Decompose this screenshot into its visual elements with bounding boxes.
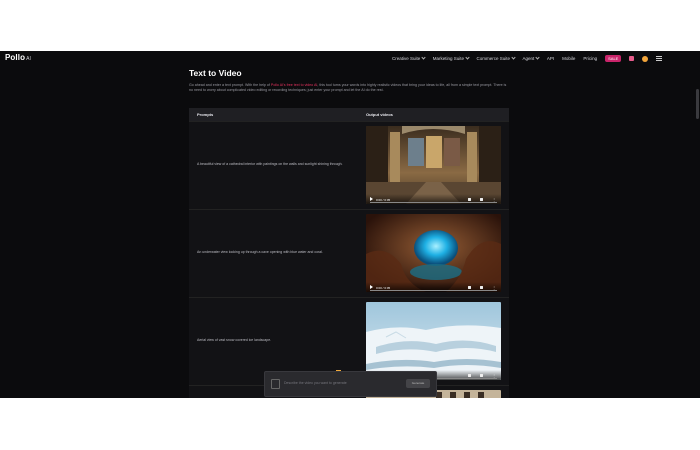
video-player[interactable]: 0:00 / 0:05 ⋮ (366, 302, 501, 380)
prompt-text: A beautiful view of a cathedral interior… (197, 162, 343, 166)
sale-badge[interactable]: SALE (605, 55, 622, 62)
video-controls: 0:00 / 0:05 ⋮ (366, 282, 501, 292)
play-icon[interactable] (370, 285, 373, 289)
chevron-down-icon (535, 55, 540, 60)
video-time: 0:00 / 0:05 (376, 198, 391, 202)
fullscreen-icon[interactable] (480, 374, 483, 377)
table-row: An underwater view looking up through a … (189, 209, 509, 298)
top-nav: PolloAI Creative Suite Marketing Suite C… (0, 51, 700, 65)
menu-icon[interactable] (656, 56, 663, 61)
gift-icon[interactable] (629, 56, 635, 61)
video-player[interactable]: 0:00 / 0:05 ⋮ (366, 126, 501, 204)
fullscreen-icon[interactable] (480, 198, 483, 201)
volume-icon[interactable] (468, 374, 471, 377)
image-upload-icon[interactable] (271, 379, 280, 389)
prompt-text: Aerial view of vast snow covered ice lan… (197, 338, 272, 342)
table-row: A beautiful view of a cathedral interior… (189, 121, 509, 210)
logo[interactable]: PolloAI (5, 53, 31, 62)
nav-item-marketing-suite[interactable]: Marketing Suite (433, 55, 470, 61)
ice-landscape-video-frame (366, 302, 501, 380)
prompt-bar: Describe the video you want to generate … (264, 371, 437, 397)
scrollbar[interactable] (696, 89, 699, 119)
chevron-down-icon (421, 55, 426, 60)
nav-item-api[interactable]: API (547, 56, 554, 61)
page-viewport: PolloAI Creative Suite Marketing Suite C… (0, 51, 700, 398)
nav-item-commerce-suite[interactable]: Commerce Suite (477, 55, 516, 61)
chevron-down-icon (464, 55, 470, 60)
nav-menu: Creative Suite Marketing Suite Commerce … (392, 55, 663, 62)
more-options-icon[interactable]: ⋮ (492, 373, 496, 378)
intro-text: Go ahead and enter a text prompt. With t… (189, 83, 507, 93)
prompt-text: An underwater view looking up through a … (197, 250, 323, 254)
volume-icon[interactable] (468, 286, 471, 289)
nav-item-creative-suite[interactable]: Creative Suite (392, 55, 426, 61)
intro-link[interactable]: Pollo AI's free text to video AI (271, 83, 317, 87)
more-options-icon[interactable]: ⋮ (492, 197, 496, 202)
play-icon[interactable] (370, 197, 373, 201)
volume-icon[interactable] (468, 198, 471, 201)
video-progress[interactable] (370, 290, 497, 292)
col-output: Output videos (366, 112, 393, 117)
chevron-down-icon (510, 55, 516, 60)
video-player[interactable]: 0:00 / 0:05 ⋮ (366, 214, 501, 292)
video-progress[interactable] (370, 202, 497, 204)
nav-item-pricing[interactable]: Pricing (583, 56, 597, 61)
nav-item-mobile[interactable]: Mobile (562, 56, 575, 61)
col-prompts: Prompts (197, 112, 214, 117)
video-controls: 0:00 / 0:05 ⋮ (366, 194, 501, 204)
examples-table: Prompts Output videos A beautiful view o… (189, 108, 509, 398)
nav-item-agent[interactable]: Agent (523, 55, 540, 61)
fullscreen-icon[interactable] (480, 286, 483, 289)
more-options-icon[interactable]: ⋮ (492, 285, 496, 290)
table-header: Prompts Output videos (189, 108, 509, 121)
page-title: Text to Video (189, 68, 242, 78)
prompt-input[interactable]: Describe the video you want to generate (284, 381, 347, 385)
generate-button[interactable]: Generate (406, 379, 430, 388)
underwater-cave-video-frame (366, 214, 501, 292)
video-time: 0:00 / 0:05 (376, 286, 391, 290)
cathedral-video-frame (366, 126, 501, 204)
avatar[interactable] (642, 55, 649, 62)
